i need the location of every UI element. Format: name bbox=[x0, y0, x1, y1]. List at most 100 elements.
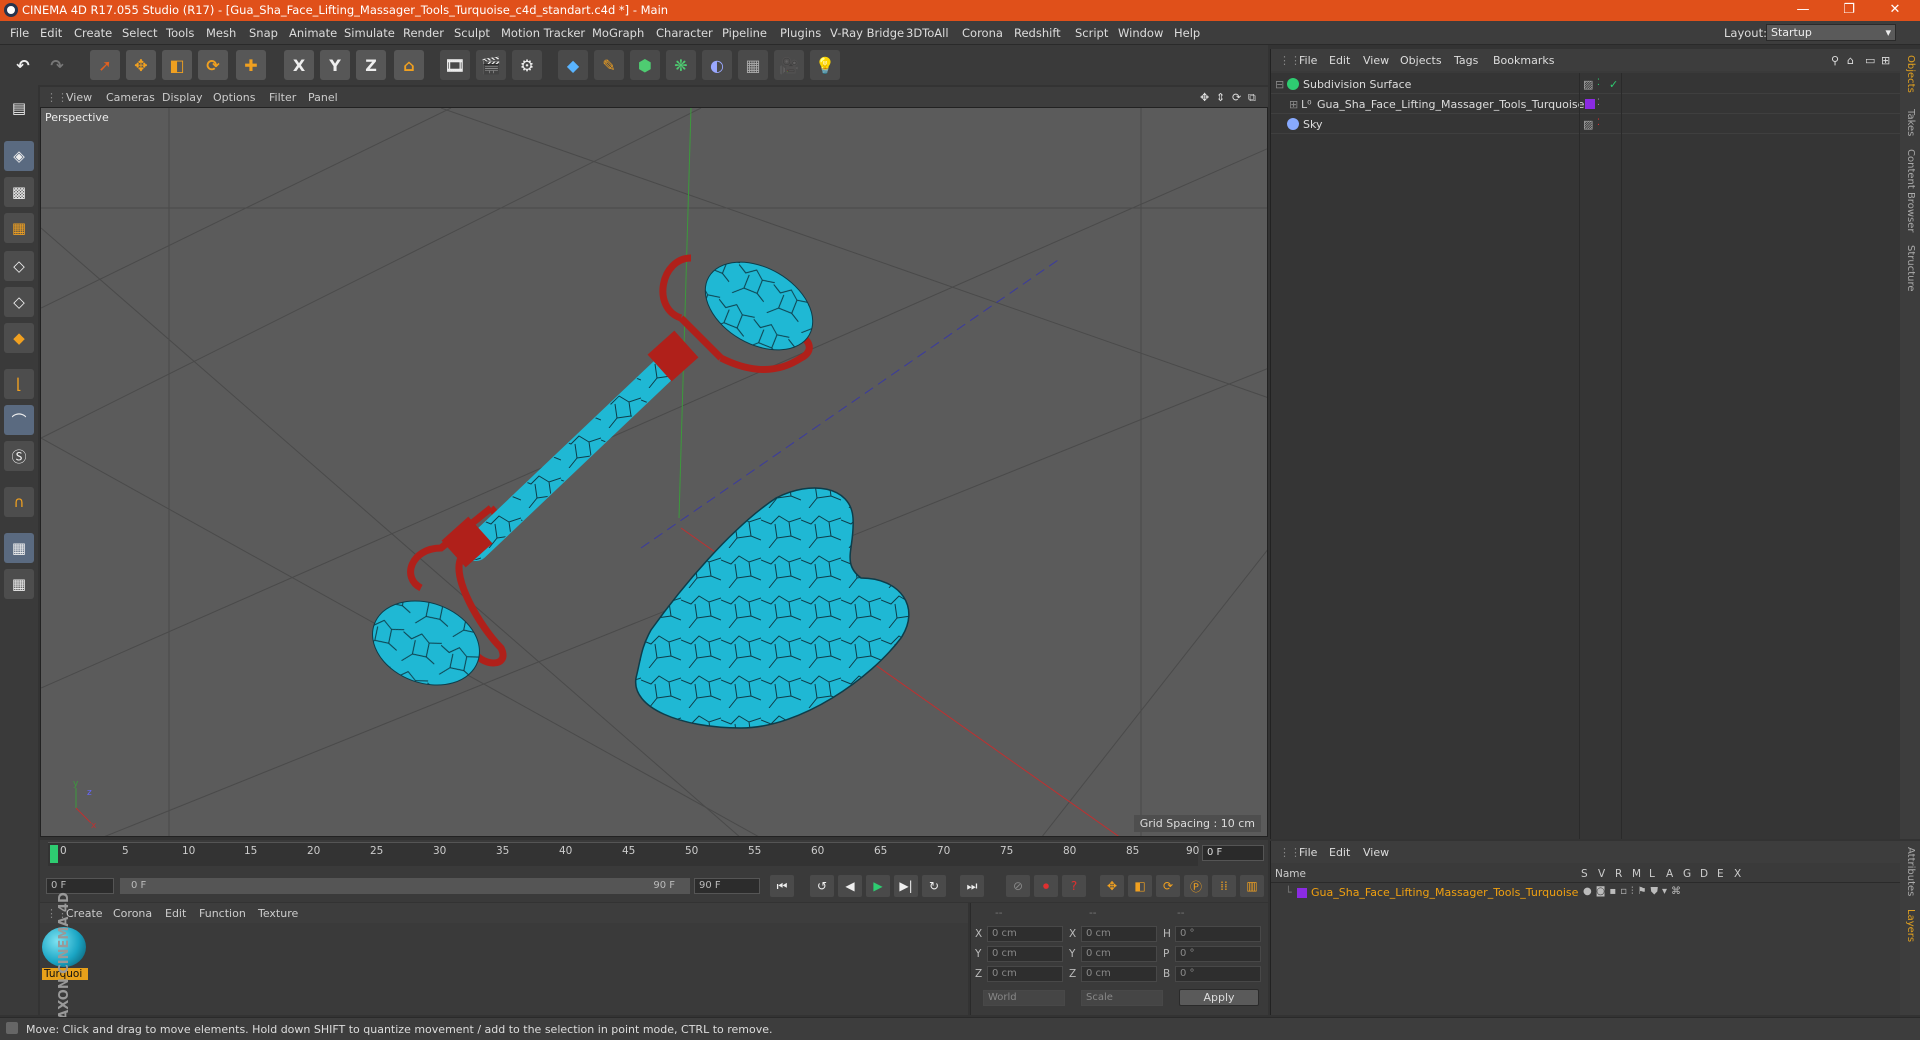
x-axis-icon[interactable]: X bbox=[284, 50, 314, 80]
viewport-nav-rotate-icon[interactable]: ⟳ bbox=[1232, 91, 1241, 104]
menu-window[interactable]: Window bbox=[1118, 26, 1163, 40]
tab-objects[interactable]: Objects bbox=[1905, 55, 1916, 93]
render-view-icon[interactable]: 🎞 bbox=[440, 50, 470, 80]
material-menu-function[interactable]: Function bbox=[199, 907, 246, 920]
menu-mesh[interactable]: Mesh bbox=[206, 26, 236, 40]
next-key-icon[interactable]: ↻ bbox=[922, 875, 946, 897]
layer-color-swatch[interactable] bbox=[1297, 888, 1307, 898]
tab-attributes[interactable]: Attributes bbox=[1905, 847, 1916, 896]
rotation-b-field[interactable]: 0 ° bbox=[1175, 966, 1261, 982]
column-locked[interactable]: L bbox=[1649, 868, 1655, 880]
layer-toggle-icons[interactable]: ●◙▪▫⫶⚑⛊▾⌘ bbox=[1583, 886, 1685, 897]
drag-handle-icon[interactable]: ⋮⋮ bbox=[1279, 846, 1301, 859]
magnet-icon[interactable]: ∩ bbox=[4, 487, 34, 517]
render-settings-icon[interactable]: ⚙ bbox=[512, 50, 542, 80]
column-solo[interactable]: S bbox=[1581, 868, 1588, 880]
visibility-dots-icon[interactable]: ⁚ bbox=[1597, 98, 1600, 108]
minimize-button[interactable]: — bbox=[1780, 0, 1826, 21]
model-mode-icon[interactable]: ◈ bbox=[4, 141, 34, 171]
menu-tools[interactable]: Tools bbox=[166, 26, 194, 40]
snap-icon[interactable]: Ⓢ bbox=[4, 441, 34, 471]
lock-workplane-icon[interactable]: ▦ bbox=[4, 533, 34, 563]
object-row-sky[interactable]: Sky ▨ ⁚ bbox=[1271, 115, 1901, 134]
timeline-ruler[interactable]: 0 5 10 15 20 25 30 35 40 45 50 55 60 65 … bbox=[48, 842, 1199, 866]
menu-3dtoall[interactable]: 3DToAll bbox=[906, 26, 949, 40]
tab-takes[interactable]: Takes bbox=[1905, 109, 1916, 136]
subdivision-icon[interactable]: ⬢ bbox=[630, 50, 660, 80]
y-axis-icon[interactable]: Y bbox=[320, 50, 350, 80]
layers-menu-file[interactable]: File bbox=[1299, 846, 1317, 859]
axis-mode-icon[interactable]: ⌊ bbox=[4, 369, 34, 399]
menu-corona[interactable]: Corona bbox=[962, 26, 1003, 40]
key-rotate-icon[interactable]: ⟳ bbox=[1156, 875, 1180, 897]
workplane-icon[interactable]: ▦ bbox=[4, 213, 34, 243]
play-icon[interactable]: ▶ bbox=[866, 875, 890, 897]
material-menu-edit[interactable]: Edit bbox=[165, 907, 186, 920]
key-param-icon[interactable]: Ⓟ bbox=[1184, 875, 1208, 897]
planar-workplane-icon[interactable]: ▦ bbox=[4, 569, 34, 599]
object-row-gua-sha[interactable]: ⊞ L⁰ Gua_Sha_Face_Lifting_Massager_Tools… bbox=[1271, 95, 1901, 114]
collapse-icon[interactable]: ⊟ bbox=[1275, 78, 1284, 91]
visibility-dots-icon[interactable]: ⁚ bbox=[1597, 118, 1600, 128]
viewport-menu-cameras[interactable]: Cameras bbox=[106, 91, 155, 104]
autokey-icon[interactable]: ? bbox=[1062, 875, 1086, 897]
objects-menu-tags[interactable]: Tags bbox=[1454, 54, 1478, 67]
objects-menu-view[interactable]: View bbox=[1363, 54, 1389, 67]
perspective-viewport[interactable]: y z x Perspective Grid Spacing : 10 cm bbox=[40, 107, 1268, 837]
points-mode-icon[interactable]: ◇ bbox=[4, 251, 34, 281]
tab-layers[interactable]: Layers bbox=[1905, 909, 1916, 942]
menu-plugins[interactable]: Plugins bbox=[780, 26, 821, 40]
viewport-menu-panel[interactable]: Panel bbox=[308, 91, 338, 104]
pen-icon[interactable]: ✎ bbox=[594, 50, 624, 80]
objects-menu-file[interactable]: File bbox=[1299, 54, 1317, 67]
menu-animate[interactable]: Animate bbox=[289, 26, 337, 40]
position-z-field[interactable]: 0 cm bbox=[987, 966, 1063, 982]
column-expressions[interactable]: E bbox=[1717, 868, 1724, 880]
rotate-icon[interactable]: ⟳ bbox=[198, 50, 228, 80]
menu-select[interactable]: Select bbox=[122, 26, 157, 40]
rotation-h-field[interactable]: 0 ° bbox=[1175, 926, 1261, 942]
viewport-maximize-icon[interactable]: ⧉ bbox=[1248, 91, 1256, 105]
search-icon[interactable]: ⚲ bbox=[1831, 54, 1839, 67]
drag-handle-icon[interactable]: ⋮⋮ bbox=[46, 91, 68, 104]
menu-render[interactable]: Render bbox=[403, 26, 444, 40]
polygons-mode-icon[interactable]: ◆ bbox=[4, 323, 34, 353]
layer-row[interactable]: └ Gua_Sha_Face_Lifting_Massager_Tools_Tu… bbox=[1271, 883, 1901, 901]
menu-character[interactable]: Character bbox=[656, 26, 713, 40]
menu-motion-tracker[interactable]: Motion Tracker bbox=[501, 26, 585, 40]
light-icon[interactable]: 💡 bbox=[810, 50, 840, 80]
viewport-menu-display[interactable]: Display bbox=[162, 91, 203, 104]
coord-icon[interactable]: ⌂ bbox=[394, 50, 424, 80]
close-button[interactable]: ✕ bbox=[1872, 0, 1918, 21]
menu-script[interactable]: Script bbox=[1075, 26, 1108, 40]
z-axis-icon[interactable]: Z bbox=[356, 50, 386, 80]
enabled-check-icon[interactable]: ✓ bbox=[1609, 78, 1618, 91]
column-separator[interactable] bbox=[1579, 73, 1580, 839]
key-scale-icon[interactable]: ◧ bbox=[1128, 875, 1152, 897]
menu-help[interactable]: Help bbox=[1174, 26, 1200, 40]
column-deformers[interactable]: D bbox=[1700, 868, 1708, 880]
column-xrefs[interactable]: X bbox=[1734, 868, 1741, 880]
prev-key-icon[interactable]: ↺ bbox=[810, 875, 834, 897]
rotation-p-field[interactable]: 0 ° bbox=[1175, 946, 1261, 962]
key-move-icon[interactable]: ✥ bbox=[1100, 875, 1124, 897]
make-editable-icon[interactable]: ▤ bbox=[4, 93, 34, 123]
menu-simulate[interactable]: Simulate bbox=[344, 26, 395, 40]
render-icon[interactable]: 🎬 bbox=[476, 50, 506, 80]
texture-mode-icon[interactable]: ▩ bbox=[4, 177, 34, 207]
home-icon[interactable]: ⌂ bbox=[1847, 54, 1854, 67]
tab-content-browser[interactable]: Content Browser bbox=[1905, 149, 1916, 232]
cube-icon[interactable]: ◆ bbox=[558, 50, 588, 80]
maximize-panel-icon[interactable]: ⊞ bbox=[1881, 54, 1890, 67]
prev-frame-icon[interactable]: ◀ bbox=[838, 875, 862, 897]
size-y-field[interactable]: 0 cm bbox=[1081, 946, 1157, 962]
material-menu-corona[interactable]: Corona bbox=[113, 907, 152, 920]
objects-menu-edit[interactable]: Edit bbox=[1329, 54, 1350, 67]
visibility-dots-icon[interactable]: ⁚ bbox=[1597, 78, 1600, 88]
viewport-nav-move-icon[interactable]: ✥ bbox=[1200, 91, 1209, 104]
coord-mode-select[interactable]: Scale bbox=[1081, 990, 1163, 1006]
material-menu-texture[interactable]: Texture bbox=[258, 907, 298, 920]
menu-create[interactable]: Create bbox=[74, 26, 112, 40]
objects-menu-objects[interactable]: Objects bbox=[1400, 54, 1442, 67]
playhead[interactable] bbox=[50, 845, 58, 863]
